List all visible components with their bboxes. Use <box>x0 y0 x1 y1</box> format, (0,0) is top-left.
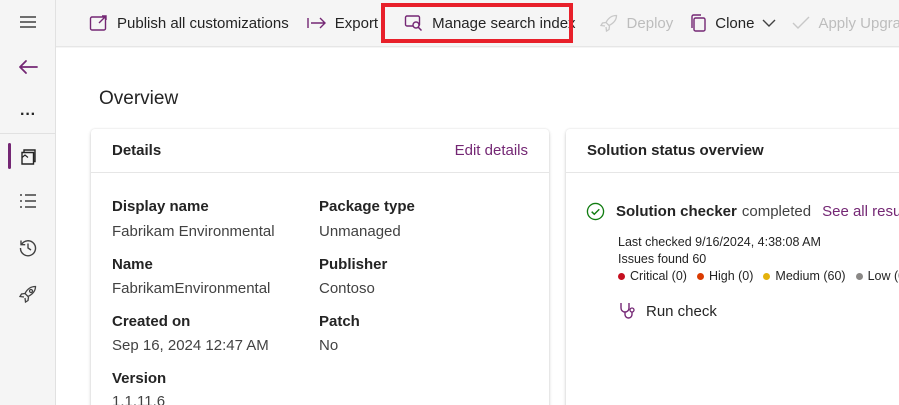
details-card-header: Details Edit details <box>91 129 549 173</box>
clone-button[interactable]: Clone <box>681 0 784 47</box>
created-on-label: Created on <box>112 313 191 330</box>
manage-search-index-label: Manage search index <box>432 14 576 32</box>
see-all-results-link[interactable]: See all results <box>822 203 899 220</box>
chevron-down-icon[interactable] <box>762 18 776 28</box>
left-rail: ··· <box>0 0 56 405</box>
display-name-label: Display name <box>112 198 209 215</box>
publisher-value: Contoso <box>319 280 375 297</box>
publisher-label: Publisher <box>319 256 388 273</box>
critical-dot-icon <box>618 272 625 280</box>
solution-status-card: Solution status overview <box>566 129 899 405</box>
search-index-icon <box>404 15 423 32</box>
medium-dot-icon <box>763 272 771 280</box>
low-dot-icon <box>855 272 863 280</box>
low-label: Low (0) <box>867 269 899 283</box>
severity-low: Low (0) <box>855 269 899 283</box>
export-arrow-icon <box>307 17 326 29</box>
version-value: 1.1.11.6 <box>112 393 166 405</box>
high-label: High (0) <box>708 269 754 283</box>
edit-details-link[interactable]: Edit details <box>455 142 528 159</box>
medium-label: Medium (60) <box>775 269 846 283</box>
run-check-label: Run check <box>646 302 717 320</box>
clone-label: Clone <box>715 14 755 32</box>
severity-critical: Critical (0) <box>618 269 687 283</box>
run-check-button[interactable]: Run check <box>618 301 717 321</box>
publish-icon <box>89 15 107 31</box>
patch-value: No <box>319 337 339 354</box>
status-card-header: Solution status overview <box>566 129 899 173</box>
hamburger-menu-icon[interactable] <box>0 2 56 42</box>
deploy-rocket-icon <box>599 14 617 33</box>
manage-search-index-button[interactable]: Manage search index <box>396 0 583 47</box>
success-check-icon <box>586 202 605 221</box>
pipelines-rocket-icon[interactable] <box>0 274 56 314</box>
package-type-label: Package type <box>319 198 415 215</box>
patch-label: Patch <box>319 313 360 330</box>
export-button[interactable]: Export <box>299 0 386 47</box>
command-bar: Publish all customizations Export Manage… <box>56 0 899 47</box>
created-on-value: Sep 16, 2024 12:47 AM <box>112 337 269 354</box>
apply-upgrade-label: Apply Upgrade <box>818 14 899 32</box>
deploy-button[interactable]: Deploy <box>591 0 682 47</box>
rail-divider <box>0 133 56 134</box>
severity-row: Critical (0) High (0) Medium (60) Low (0… <box>618 269 899 283</box>
display-name-value: Fabrikam Environmental <box>112 223 275 240</box>
name-label: Name <box>112 256 153 273</box>
publish-all-customizations-button[interactable]: Publish all customizations <box>81 0 297 47</box>
page-title: Overview <box>99 88 179 109</box>
solution-checker-row: Solution checker completed See all resul… <box>586 202 899 221</box>
issues-found-text: Issues found 60 <box>618 252 707 266</box>
stethoscope-icon <box>620 303 635 319</box>
high-dot-icon <box>696 272 704 280</box>
checkmark-icon <box>792 16 810 29</box>
apply-upgrade-button[interactable]: Apply Upgrade <box>784 0 899 47</box>
name-value: FabrikamEnvironmental <box>112 280 271 297</box>
severity-medium: Medium (60) <box>763 269 846 283</box>
status-title: Solution status overview <box>587 142 764 159</box>
last-checked-text: Last checked 9/16/2024, 4:38:08 AM <box>618 235 821 249</box>
back-arrow-icon[interactable] <box>0 47 56 87</box>
version-label: Version <box>112 370 167 387</box>
history-icon[interactable] <box>0 228 56 268</box>
package-type-value: Unmanaged <box>319 223 401 240</box>
details-title: Details <box>112 142 162 159</box>
deploy-label: Deploy <box>626 14 674 32</box>
critical-label: Critical (0) <box>630 269 687 283</box>
clone-icon <box>691 14 706 32</box>
severity-high: High (0) <box>696 269 754 283</box>
export-label: Export <box>334 14 379 32</box>
solution-checker-title: Solution checker <box>616 203 737 220</box>
solution-checker-state: completed <box>741 203 812 220</box>
overview-nav-icon[interactable] <box>0 137 56 177</box>
objects-list-icon[interactable] <box>0 181 56 221</box>
more-icon[interactable]: ··· <box>0 95 56 135</box>
publish-label: Publish all customizations <box>117 14 289 32</box>
